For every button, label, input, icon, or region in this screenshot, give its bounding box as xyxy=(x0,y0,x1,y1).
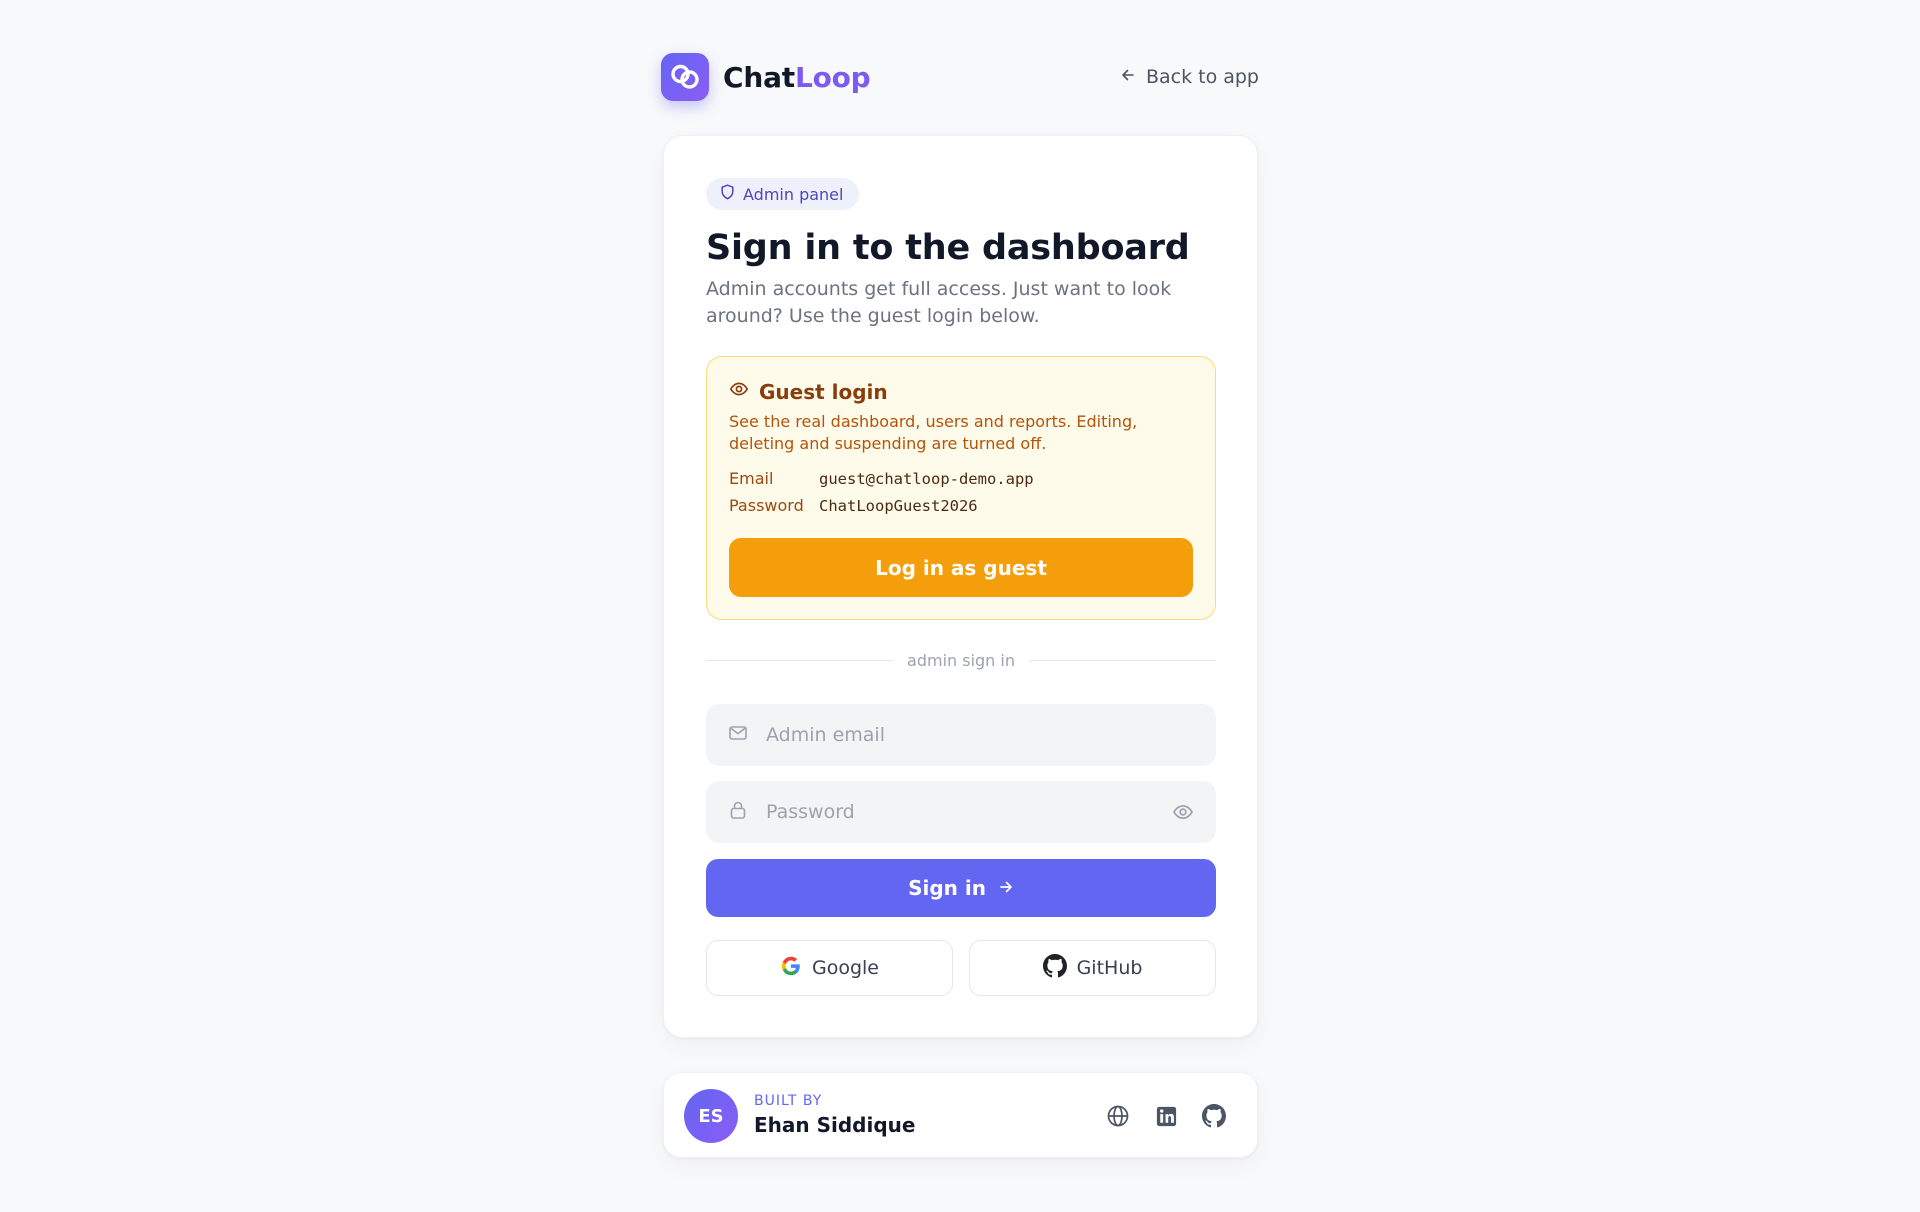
guest-password-value: ChatLoopGuest2026 xyxy=(819,496,978,515)
built-by-label: BUILT BY xyxy=(754,1093,823,1109)
avatar: ES xyxy=(684,1089,738,1143)
password-field[interactable] xyxy=(706,781,1216,843)
lock-icon xyxy=(728,800,748,824)
admin-email-input[interactable] xyxy=(766,724,1194,746)
back-to-app-label: Back to app xyxy=(1145,66,1259,88)
password-input[interactable] xyxy=(766,801,1172,823)
sign-in-label: Sign in xyxy=(908,876,986,900)
guest-login-description: See the real dashboard, users and report… xyxy=(729,412,1138,453)
guest-login-heading: Guest login xyxy=(729,379,888,404)
author-name: Ehan Siddique xyxy=(754,1113,916,1137)
sign-in-button[interactable]: Sign in xyxy=(706,859,1216,917)
google-sign-in-button[interactable]: Google xyxy=(706,940,953,996)
top-bar: ChatLoop Back to app xyxy=(661,52,1259,102)
guest-email-label: Email xyxy=(729,469,774,488)
guest-login-panel: Guest login See the real dashboard, user… xyxy=(706,356,1216,620)
guest-password-row: Password ChatLoopGuest2026 xyxy=(729,496,978,515)
guest-email-row: Email guest@chatloop-demo.app xyxy=(729,469,1034,488)
github-label: GitHub xyxy=(1076,957,1143,979)
divider-line-right xyxy=(1028,659,1216,661)
brand[interactable]: ChatLoop xyxy=(661,53,871,101)
back-to-app-link[interactable]: Back to app xyxy=(1120,66,1259,88)
github-icon xyxy=(1042,953,1067,983)
brand-name: ChatLoop xyxy=(723,61,871,94)
arrow-right-icon xyxy=(998,876,1014,900)
show-password-eye-icon[interactable] xyxy=(1172,801,1194,823)
globe-icon[interactable] xyxy=(1105,1103,1131,1129)
arrow-left-icon xyxy=(1120,66,1136,88)
admin-panel-badge: Admin panel xyxy=(706,178,860,210)
page-subtitle: Admin accounts get full access. Just wan… xyxy=(706,278,1172,327)
page-title: Sign in to the dashboard xyxy=(706,228,1190,268)
admin-sign-in-divider: admin sign in xyxy=(706,648,1216,672)
brand-name-part2: Loop xyxy=(794,60,871,94)
shield-icon xyxy=(720,184,735,204)
divider-label: admin sign in xyxy=(907,650,1015,670)
guest-login-button[interactable]: Log in as guest xyxy=(729,538,1193,597)
brand-name-part1: Chat xyxy=(723,60,795,94)
google-icon xyxy=(780,955,802,982)
sign-in-card: Admin panel Sign in to the dashboard Adm… xyxy=(663,135,1258,1038)
github-sign-in-button[interactable]: GitHub xyxy=(969,940,1216,996)
mail-icon xyxy=(728,723,748,747)
github-profile-icon[interactable] xyxy=(1201,1103,1227,1129)
google-label: Google xyxy=(811,957,879,979)
guest-email-value: guest@chatloop-demo.app xyxy=(819,469,1034,488)
chat-bubbles-icon xyxy=(661,53,709,101)
linkedin-icon[interactable] xyxy=(1153,1103,1179,1129)
built-by-footer: ES BUILT BY Ehan Siddique xyxy=(663,1072,1258,1158)
admin-email-field[interactable] xyxy=(706,704,1216,766)
admin-panel-badge-label: Admin panel xyxy=(743,184,844,204)
eye-icon xyxy=(729,379,749,404)
divider-line-left xyxy=(706,659,894,661)
guest-password-label: Password xyxy=(729,496,804,515)
guest-login-title: Guest login xyxy=(759,379,888,404)
